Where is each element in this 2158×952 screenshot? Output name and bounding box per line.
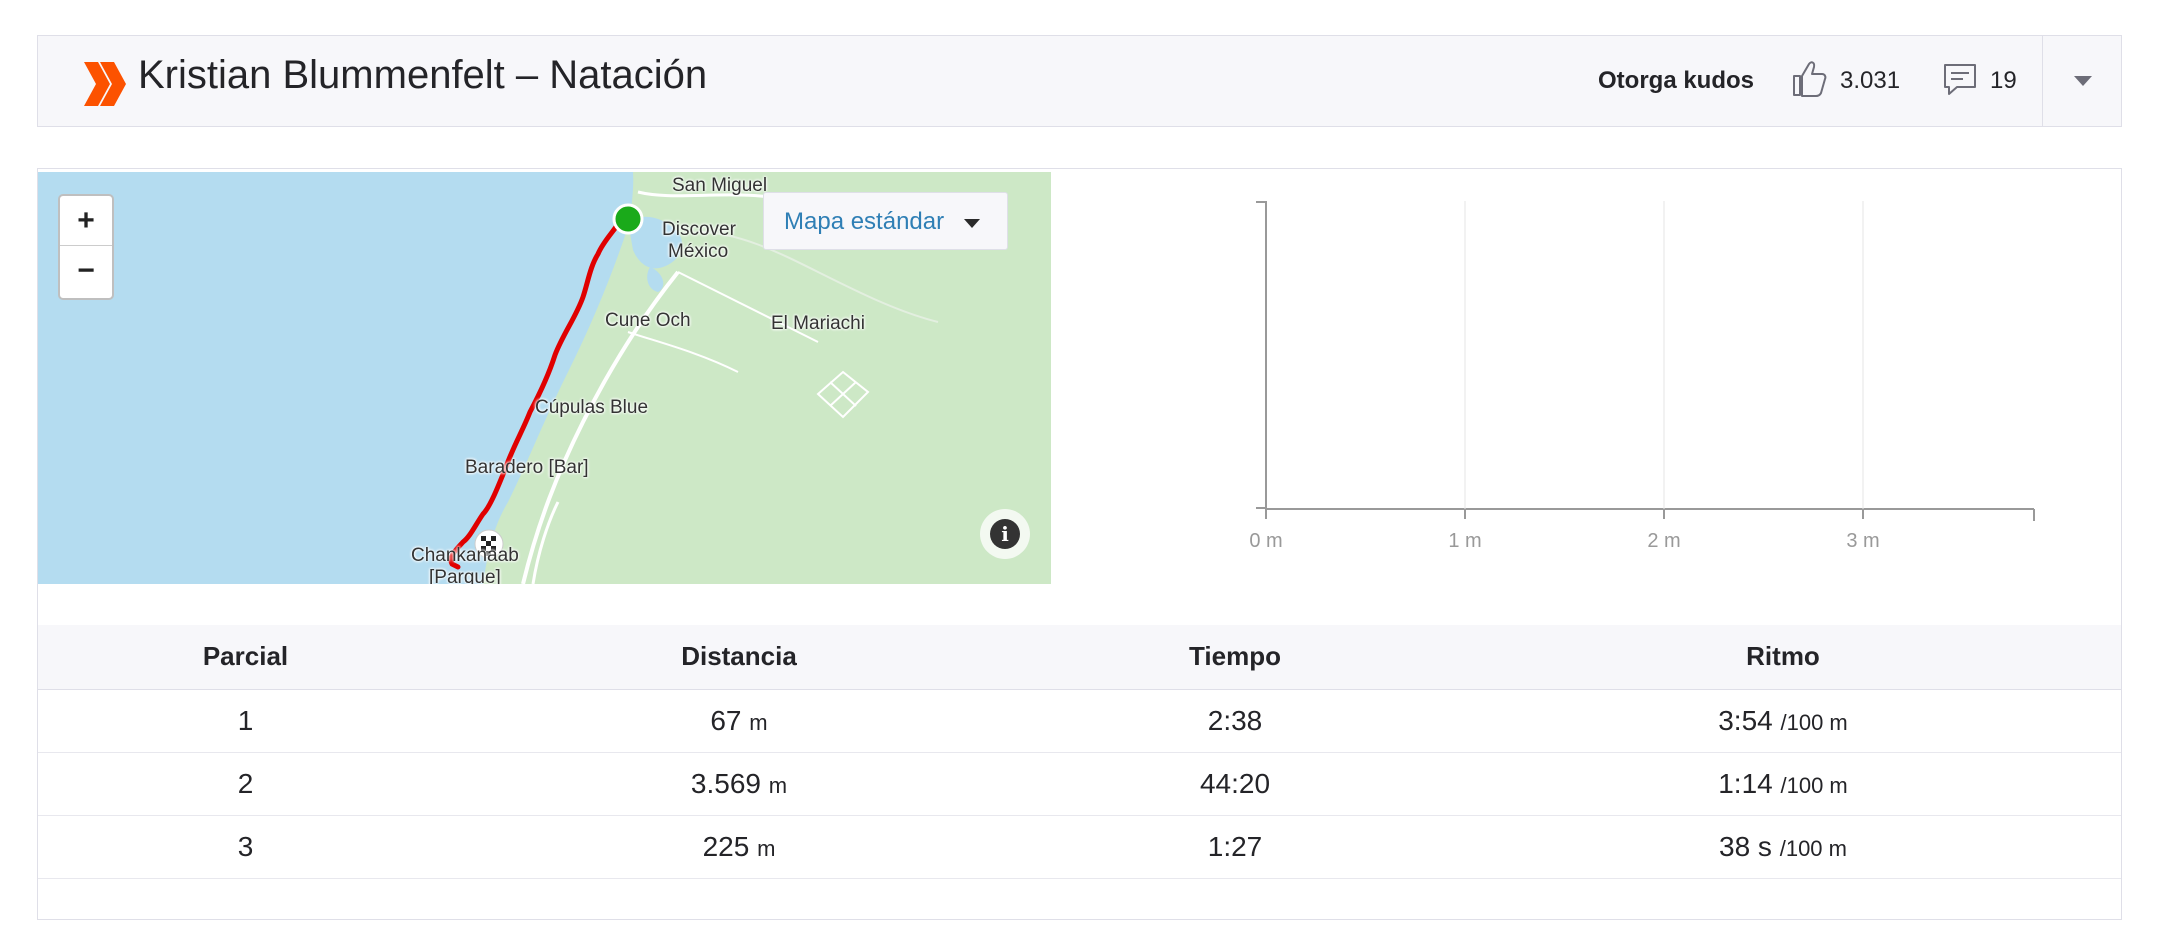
map-style-label: Mapa estándar bbox=[784, 208, 945, 235]
pace-unit: /100 m bbox=[1780, 710, 1848, 735]
split-number: 1 bbox=[237, 705, 254, 736]
map-label-mexico: México bbox=[668, 241, 729, 262]
table-row: 2 3.569 m 44:20 1:14 /100 m bbox=[38, 753, 2121, 816]
distance-unit: m bbox=[768, 773, 788, 798]
split-time: 1:27 bbox=[1207, 831, 1263, 862]
distance-unit: m bbox=[757, 836, 776, 861]
distance-value: 67 bbox=[710, 705, 742, 736]
x-tick-label: 1 m bbox=[1448, 530, 1481, 552]
split-number: 3 bbox=[237, 831, 254, 862]
column-header-pace: Ritmo bbox=[1746, 641, 1820, 671]
zoom-out-button[interactable]: − bbox=[60, 246, 112, 296]
comment-count[interactable]: 19 bbox=[1990, 67, 2017, 95]
map-label-baradero: Baradero [Bar] bbox=[465, 457, 589, 478]
caret-down-icon bbox=[964, 219, 980, 228]
map-label-parque: [Parque] bbox=[429, 567, 501, 584]
pace-value: 1:14 bbox=[1718, 768, 1773, 799]
table-row: 1 67 m 2:38 3:54 /100 m bbox=[38, 690, 2121, 753]
distance-unit: m bbox=[749, 710, 768, 735]
split-distance: 3.569 m bbox=[453, 768, 1025, 800]
kudos-count[interactable]: 3.031 bbox=[1840, 67, 1900, 95]
splits-table: Parcial Distancia Tiempo Ritmo 1 67 m 2:… bbox=[38, 625, 2121, 879]
split-time: 44:20 bbox=[1199, 768, 1271, 799]
give-kudos-button[interactable]: Otorga kudos bbox=[1598, 67, 1754, 95]
page-title: Kristian Blummenfelt – Natación bbox=[138, 53, 708, 97]
route-map[interactable]: San Miguel Discover México Cune Och El M… bbox=[38, 172, 1051, 584]
split-number: 2 bbox=[237, 768, 254, 799]
map-info-button[interactable]: i bbox=[980, 509, 1030, 559]
split-time: 2:38 bbox=[1207, 705, 1263, 736]
map-label-san-miguel: San Miguel bbox=[672, 175, 768, 196]
split-pace: 1:14 /100 m bbox=[1445, 768, 2121, 800]
comment-icon[interactable] bbox=[1943, 63, 1977, 97]
zoom-in-button[interactable]: + bbox=[60, 196, 112, 246]
pace-unit: /100 m bbox=[1780, 773, 1848, 798]
double-chevron-logo-icon bbox=[84, 62, 126, 106]
zoom-control: + − bbox=[58, 194, 114, 300]
activity-header: Kristian Blummenfelt – Natación Otorga k… bbox=[37, 35, 2122, 127]
actions-dropdown-button[interactable] bbox=[2043, 36, 2122, 126]
info-icon: i bbox=[990, 519, 1020, 549]
distance-value: 3.569 bbox=[690, 768, 761, 799]
split-pace: 38 s /100 m bbox=[1445, 831, 2121, 863]
pace-value: 38 s bbox=[1719, 831, 1772, 862]
map-label-chankanaab: Chankanaab bbox=[411, 545, 519, 566]
column-header-split: Parcial bbox=[202, 641, 289, 671]
map-label-cune-och: Cune Och bbox=[605, 310, 691, 331]
column-header-distance: Distancia bbox=[681, 641, 797, 671]
pace-value: 3:54 bbox=[1718, 705, 1773, 736]
x-tick-label: 2 m bbox=[1647, 530, 1680, 552]
map-label-el-mariachi: El Mariachi bbox=[771, 313, 865, 334]
pace-chart: 0 m 1 m 2 m 3 m bbox=[1178, 199, 2078, 599]
map-style-select[interactable]: Mapa estándar bbox=[763, 192, 1008, 250]
column-header-time: Tiempo bbox=[1189, 641, 1281, 671]
map-label-cupulas-blue: Cúpulas Blue bbox=[535, 397, 649, 418]
map-label-discover: Discover bbox=[662, 219, 736, 240]
pace-chart-svg: 0 m 1 m 2 m 3 m bbox=[1249, 201, 2035, 552]
split-pace: 3:54 /100 m bbox=[1445, 705, 2121, 737]
table-header: Parcial Distancia Tiempo Ritmo bbox=[38, 625, 2121, 690]
table-row: 3 225 m 1:27 38 s /100 m bbox=[38, 816, 2121, 879]
activity-overview-card: San Miguel Discover México Cune Och El M… bbox=[37, 168, 2122, 920]
chevron-down-icon bbox=[2074, 76, 2092, 86]
split-distance: 67 m bbox=[453, 705, 1025, 737]
split-distance: 225 m bbox=[453, 831, 1025, 863]
thumbs-up-icon[interactable] bbox=[1791, 60, 1827, 98]
distance-value: 225 bbox=[702, 831, 750, 862]
x-tick-label: 3 m bbox=[1846, 530, 1879, 552]
pace-unit: /100 m bbox=[1779, 836, 1847, 861]
x-tick-label: 0 m bbox=[1249, 530, 1282, 552]
